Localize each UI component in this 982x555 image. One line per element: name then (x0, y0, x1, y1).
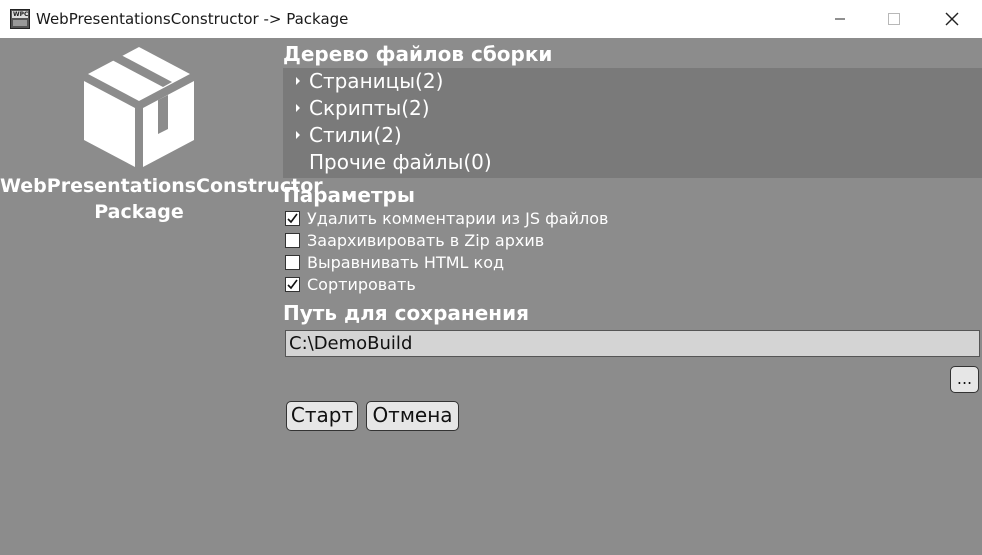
option-sort[interactable]: Сортировать (284, 275, 784, 297)
option-label: Заархивировать в Zip архив (307, 231, 545, 250)
expand-arrow-icon[interactable] (296, 77, 300, 85)
minimize-icon (835, 18, 845, 20)
option-label: Удалить комментарии из JS файлов (307, 209, 609, 228)
cancel-button[interactable]: Отмена (366, 401, 459, 431)
checkmark-icon (287, 279, 298, 290)
app-icon: WPC (10, 9, 30, 29)
option-zip-archive[interactable]: Заархивировать в Zip архив (284, 231, 784, 253)
browse-button[interactable]: ... (950, 366, 979, 393)
option-label: Сортировать (307, 275, 416, 294)
option-format-html[interactable]: Выравнивать HTML код (284, 253, 784, 275)
tree-item-pages[interactable]: Страницы(2) (283, 68, 982, 95)
option-label: Выравнивать HTML код (307, 253, 505, 272)
maximize-icon (888, 13, 900, 25)
tree-item-label: Страницы(2) (309, 69, 444, 93)
checkmark-icon (287, 213, 298, 224)
package-box-icon (80, 43, 198, 171)
params-heading: Параметры (283, 183, 415, 207)
checkbox-sort[interactable] (285, 277, 300, 292)
tree-item-label: Стили(2) (309, 123, 402, 147)
close-button[interactable] (929, 0, 975, 38)
tree-item-other-files[interactable]: Прочие файлы(0) (283, 149, 982, 176)
close-icon (945, 12, 959, 26)
expand-arrow-icon[interactable] (296, 104, 300, 112)
checkbox-format-html[interactable] (285, 255, 300, 270)
package-name: WebPresentationsConstructor Package (0, 173, 323, 225)
minimize-button[interactable] (817, 0, 863, 38)
checkbox-remove-js-comments[interactable] (285, 211, 300, 226)
option-remove-js-comments[interactable]: Удалить комментарии из JS файлов (284, 209, 784, 231)
tree-heading: Дерево файлов сборки (283, 42, 553, 66)
tree-item-label: Прочие файлы(0) (309, 150, 492, 174)
file-tree[interactable]: Страницы(2) Скрипты(2) Стили(2) Прочие ф… (283, 68, 982, 178)
package-name-line2: Package (94, 201, 184, 223)
maximize-button[interactable] (871, 0, 917, 38)
app-icon-text: WPC (13, 11, 29, 18)
save-path-heading: Путь для сохранения (283, 301, 529, 325)
package-name-line1: WebPresentationsConstructor (0, 175, 323, 197)
tree-item-scripts[interactable]: Скрипты(2) (283, 95, 982, 122)
title-bar[interactable]: WPC WebPresentationsConstructor -> Packa… (0, 0, 982, 38)
save-path-input[interactable]: C:\DemoBuild (285, 330, 980, 357)
tree-item-styles[interactable]: Стили(2) (283, 122, 982, 149)
window-title: WebPresentationsConstructor -> Package (36, 10, 349, 28)
main-content: WebPresentationsConstructor Package Дере… (0, 38, 982, 555)
tree-item-label: Скрипты(2) (309, 96, 430, 120)
start-button[interactable]: Старт (286, 401, 358, 431)
checkbox-zip-archive[interactable] (285, 233, 300, 248)
expand-arrow-icon[interactable] (296, 131, 300, 139)
